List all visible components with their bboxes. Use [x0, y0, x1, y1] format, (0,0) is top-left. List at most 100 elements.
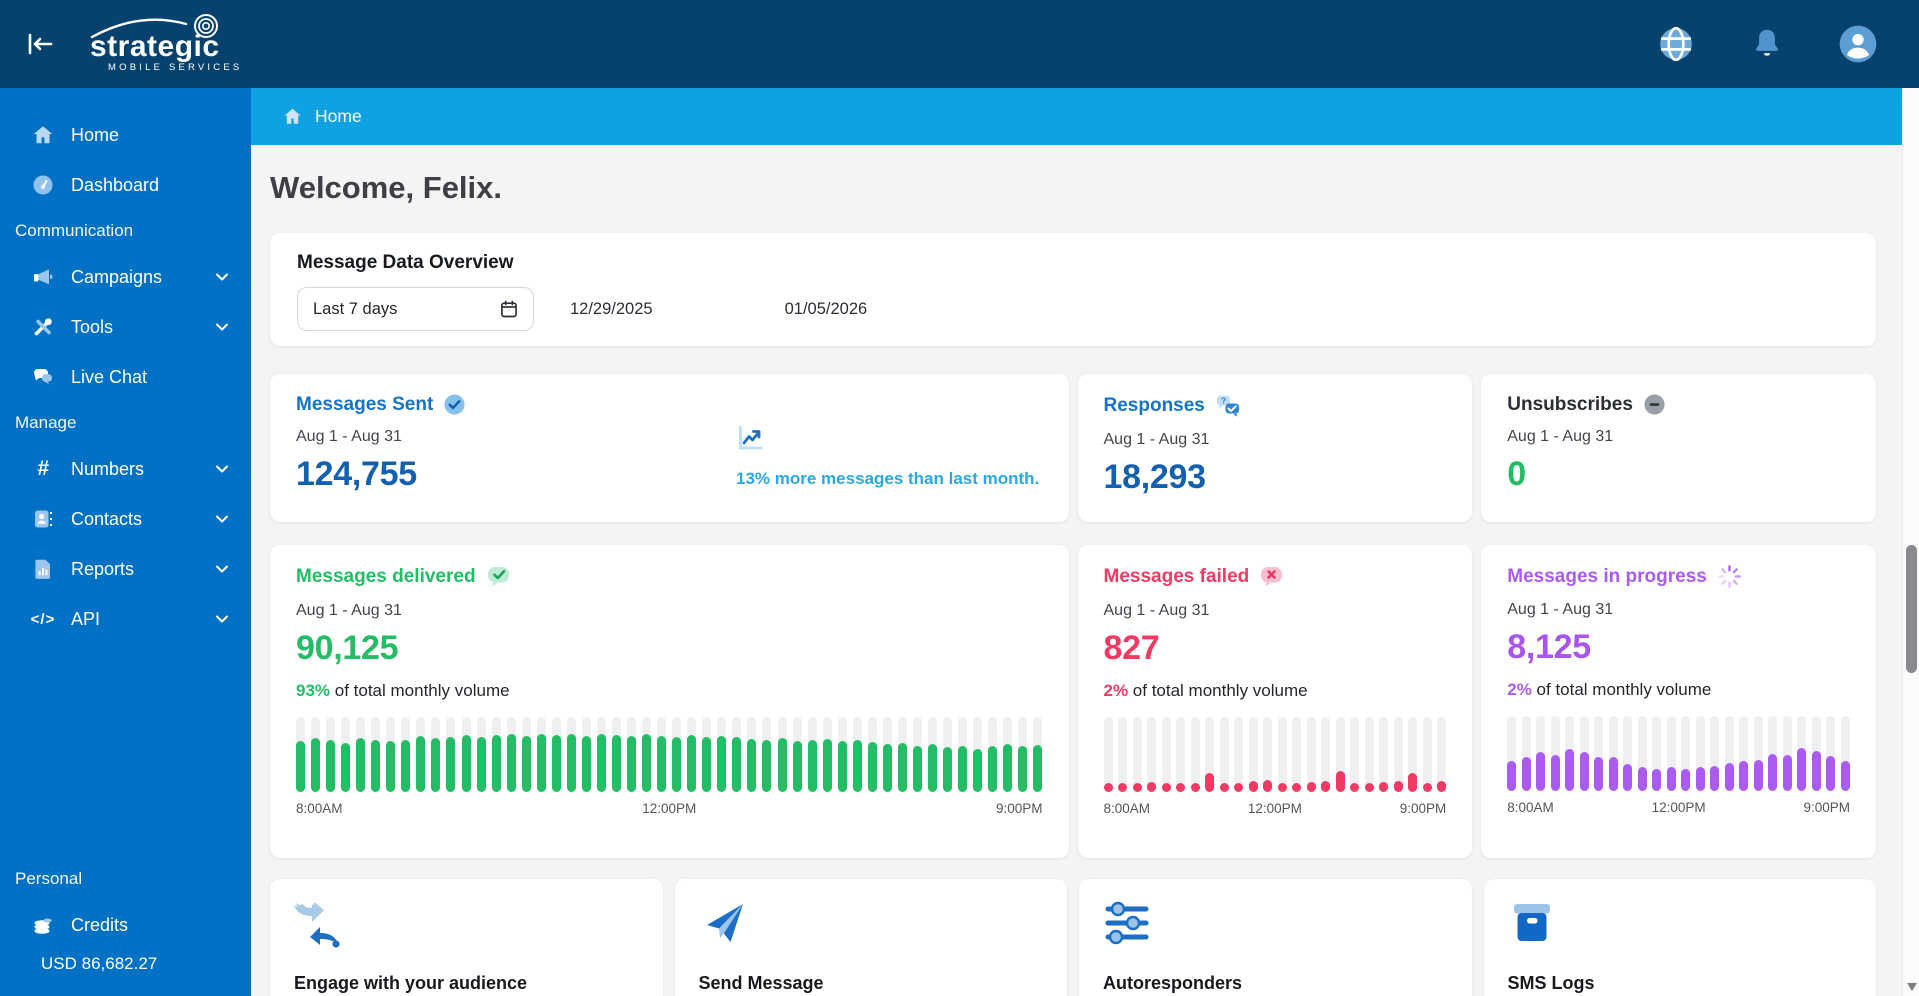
bar-track	[1248, 717, 1258, 792]
sidebar-item-credits[interactable]: Credits	[0, 900, 251, 950]
user-avatar-button[interactable]	[1835, 21, 1881, 67]
page-scrollbar[interactable]	[1902, 88, 1919, 996]
sidebar-item-live-chat[interactable]: Live Chat	[0, 352, 251, 402]
bar-fill	[1379, 781, 1388, 792]
bar-fill	[1408, 772, 1417, 792]
bar-fill	[627, 735, 637, 792]
sidebar-item-dashboard[interactable]: Dashboard	[0, 160, 251, 210]
bar-track	[1695, 716, 1705, 791]
chevron-down-icon	[216, 273, 228, 281]
bar-fill	[807, 739, 817, 792]
bar-track	[1103, 717, 1113, 792]
breadcrumb-home-link[interactable]: Home	[315, 106, 362, 127]
bar-track	[551, 717, 561, 792]
sidebar-item-campaigns[interactable]: Campaigns	[0, 252, 251, 302]
bar-fill	[1118, 783, 1127, 792]
brand-logo[interactable]: strategic MOBILE SERVICES	[82, 11, 252, 78]
bar-fill	[1437, 780, 1446, 792]
start-date[interactable]: 12/29/2025	[570, 300, 653, 319]
sidebar-item-api[interactable]: </> API	[0, 594, 251, 644]
bar-fill	[1292, 783, 1301, 792]
bar-fill	[491, 735, 501, 792]
bar-track	[1190, 717, 1200, 792]
end-date[interactable]: 01/05/2026	[785, 300, 868, 319]
bar-fill	[431, 738, 441, 792]
sidebar-item-contacts[interactable]: Contacts	[0, 494, 251, 544]
date-range-select[interactable]: Last 7 days	[297, 287, 534, 331]
messages-delivered-card: Messages delivered Aug 1 - Aug 31 90,125…	[270, 545, 1069, 858]
progress-bar-chart	[1507, 716, 1850, 791]
sidebar-item-tools[interactable]: Tools	[0, 302, 251, 352]
bar-track	[1132, 717, 1142, 792]
sidebar-item-reports[interactable]: Reports	[0, 544, 251, 594]
bar-fill	[1306, 781, 1316, 792]
bar-track	[596, 717, 606, 792]
bar-fill	[943, 747, 953, 792]
messages-in-progress-title: Messages in progress	[1507, 565, 1707, 587]
send-message-card[interactable]: Send Message	[674, 879, 1067, 996]
bar-track	[356, 717, 366, 792]
bar-fill	[581, 735, 591, 792]
engage-audience-card[interactable]: Engage with your audience	[270, 879, 663, 996]
bar-track	[852, 717, 862, 792]
bar-fill	[1710, 765, 1720, 791]
bar-fill	[1608, 756, 1618, 791]
bar-track	[1437, 717, 1446, 792]
x-label: 9:00PM	[1803, 800, 1850, 815]
sliders-icon	[1103, 899, 1448, 949]
bar-fill	[732, 737, 742, 792]
chevron-down-icon	[216, 515, 228, 523]
bell-icon	[1755, 29, 1779, 56]
collapse-sidebar-button[interactable]	[20, 24, 60, 64]
messages-delivered-value: 90,125	[296, 629, 399, 667]
bar-fill	[446, 736, 456, 792]
bar-track	[566, 717, 576, 792]
autoresponders-card[interactable]: Autoresponders	[1079, 879, 1472, 996]
language-globe-button[interactable]	[1653, 21, 1699, 67]
sms-logs-card[interactable]: SMS Logs	[1483, 879, 1876, 996]
notifications-bell-button[interactable]	[1744, 21, 1790, 67]
bar-fill	[1350, 783, 1359, 792]
messages-failed-title: Messages failed	[1103, 566, 1250, 587]
bar-track	[747, 717, 757, 792]
bar-track	[296, 717, 305, 792]
bar-track	[1234, 717, 1243, 792]
bar-fill	[1840, 761, 1850, 791]
bar-track	[627, 717, 637, 792]
bar-track	[1550, 716, 1560, 791]
sidebar-item-numbers[interactable]: # Numbers	[0, 444, 251, 494]
bar-track	[702, 717, 712, 792]
bar-fill	[1205, 772, 1214, 792]
bar-track	[1536, 716, 1546, 791]
bar-track	[326, 717, 336, 792]
bar-track	[461, 717, 471, 792]
bar-fill	[1652, 768, 1662, 791]
bar-track	[401, 717, 411, 792]
bar-track	[1393, 717, 1403, 792]
bar-track	[1292, 717, 1301, 792]
sidebar-item-home[interactable]: Home	[0, 110, 251, 160]
delivered-percent: 93%	[296, 681, 331, 700]
scrollbar-thumb[interactable]	[1906, 545, 1917, 673]
bar-track	[1263, 717, 1272, 792]
bar-fill	[1277, 783, 1287, 792]
bar-fill	[296, 741, 305, 792]
bar-fill	[1594, 756, 1604, 791]
bar-fill	[1364, 783, 1374, 792]
bar-track	[1350, 717, 1359, 792]
scrollbar-down-arrow[interactable]	[1906, 983, 1917, 991]
bar-track	[446, 717, 456, 792]
responses-period: Aug 1 - Aug 31	[1103, 431, 1210, 448]
bar-track	[657, 717, 667, 792]
x-label: 8:00AM	[296, 801, 343, 816]
delivered-chart-labels: 8:00AM 12:00PM 9:00PM	[296, 801, 1043, 816]
svg-text:MOBILE SERVICES: MOBILE SERVICES	[108, 62, 242, 73]
bar-fill	[1681, 768, 1691, 791]
failed-bar-chart	[1103, 717, 1447, 792]
bar-fill	[1797, 748, 1807, 791]
bar-track	[1739, 716, 1749, 791]
bar-fill	[702, 737, 712, 792]
bar-fill	[1248, 780, 1258, 792]
bar-track	[386, 717, 396, 792]
bar-fill	[596, 734, 606, 792]
